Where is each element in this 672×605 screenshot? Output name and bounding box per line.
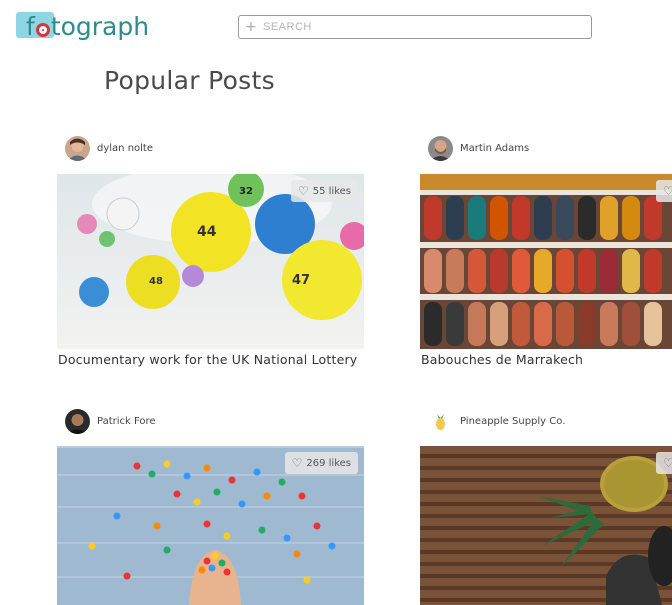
post-caption[interactable]: Babouches de Marrakech [421,352,583,367]
post-author[interactable]: Pineapple Supply Co. [428,409,565,434]
post-author[interactable]: dylan nolte [65,136,153,161]
avatar [65,136,90,161]
post-image[interactable]: ♡ [420,446,672,605]
heart-icon: ♡ [291,456,303,470]
search-input[interactable] [261,20,591,34]
likes-count: 269 likes [306,457,351,469]
svg-text:48: 48 [149,276,163,287]
likes-badge[interactable]: ♡ [656,180,672,202]
svg-text:47: 47 [292,273,310,288]
likes-count: 55 likes [312,185,351,197]
post-image[interactable]: 44 48 32 47 ♡ 55 likes [57,174,364,349]
post-caption[interactable]: Documentary work for the UK National Lot… [58,352,357,367]
author-name: dylan nolte [97,143,153,154]
svg-text:32: 32 [239,186,253,197]
post-image[interactable]: ♡ [420,174,672,349]
heart-icon: ♡ [663,184,672,198]
post-image[interactable]: ♡ 269 likes [57,446,364,605]
avatar [428,136,453,161]
avatar [65,409,90,434]
heart-icon: ♡ [297,184,309,198]
likes-badge[interactable]: ♡ 55 likes [290,180,358,202]
search-bar[interactable]: + [238,15,592,39]
logo-text: f tograph [26,12,150,41]
post-author[interactable]: Martin Adams [428,136,529,161]
author-name: Martin Adams [460,143,530,154]
post-author[interactable]: Patrick Fore [65,409,156,434]
avatar [428,409,453,434]
plus-icon: + [245,19,257,35]
heart-icon: ♡ [663,456,672,470]
likes-badge[interactable]: ♡ [656,452,672,474]
likes-badge[interactable]: ♡ 269 likes [284,452,358,474]
author-name: Pineapple Supply Co. [460,416,566,427]
svg-text:44: 44 [197,224,217,240]
page-title: Popular Posts [104,66,275,95]
author-name: Patrick Fore [97,416,156,427]
